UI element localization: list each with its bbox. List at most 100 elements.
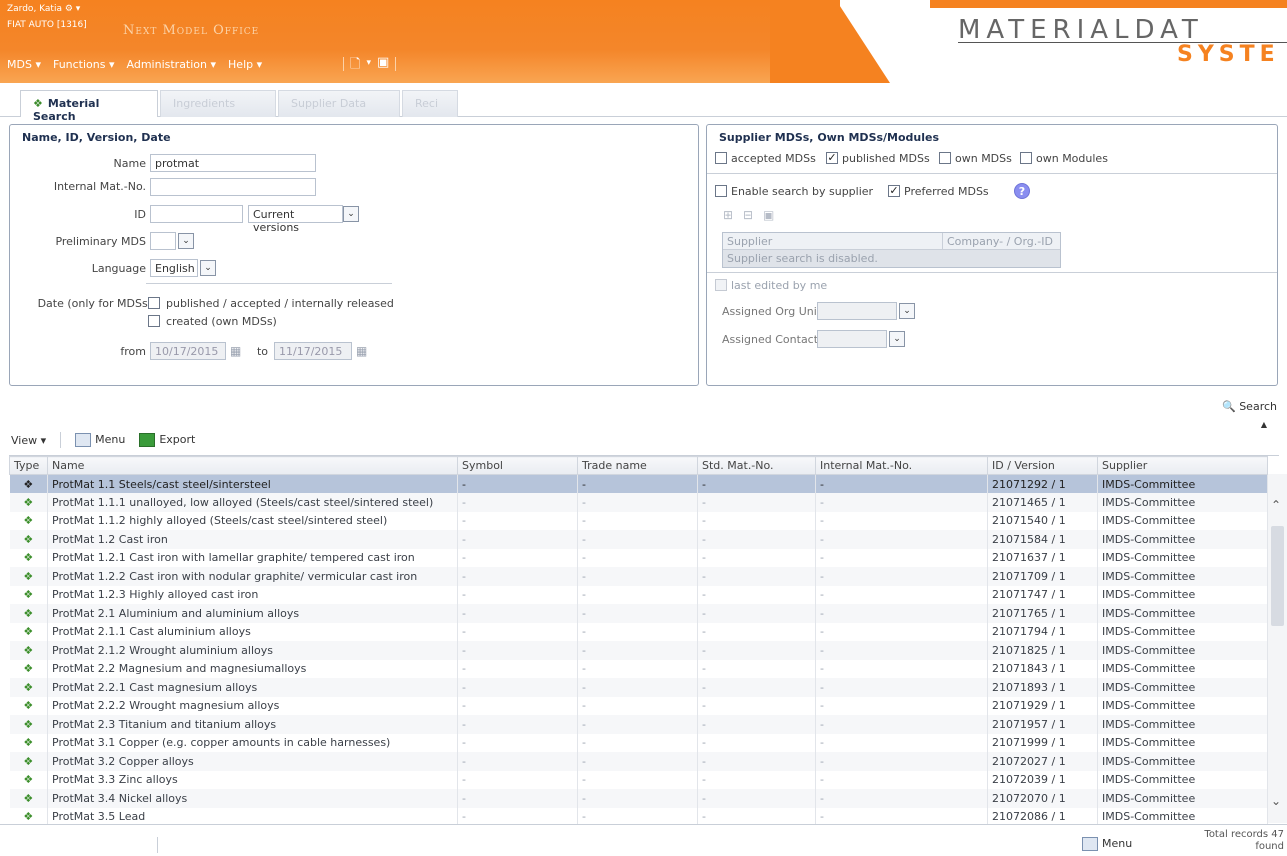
tab-supplier-data[interactable]: Supplier Data bbox=[278, 90, 400, 117]
menu-administration[interactable]: Administration ▾ bbox=[127, 58, 217, 71]
cell-std-mat-no: - bbox=[697, 567, 816, 586]
chevron-down-icon[interactable]: ⌄ bbox=[178, 233, 194, 249]
cell-trade-name: - bbox=[577, 752, 698, 771]
col-std-mat-no[interactable]: Std. Mat.-No. bbox=[697, 456, 816, 475]
new-document-icon[interactable]: 🗋 bbox=[350, 55, 360, 77]
table-row[interactable]: ❖ ProtMat 2.1.1 Cast aluminium alloys - - - -… bbox=[9, 622, 1268, 641]
scroll-thumb[interactable] bbox=[1271, 526, 1284, 626]
calendar-icon[interactable]: ▦ bbox=[230, 344, 244, 358]
calendar-icon[interactable]: ▦ bbox=[356, 344, 370, 358]
table-row[interactable]: ❖ ProtMat 2.2.1 Cast magnesium alloys - - - -… bbox=[9, 678, 1268, 697]
cell-std-mat-no: - bbox=[697, 530, 816, 549]
table-row[interactable]: ❖ ProtMat 1.1.2 highly alloyed (Steels/ca… bbox=[9, 511, 1268, 530]
save-supplier-icon[interactable]: ▣ bbox=[763, 208, 774, 222]
table-row[interactable]: ❖ ProtMat 3.3 Zinc alloys - - - -21072039 / 1… bbox=[9, 770, 1268, 789]
own-mds-checkbox[interactable] bbox=[939, 152, 951, 164]
help-icon[interactable]: ? bbox=[1014, 183, 1030, 199]
accepted-mds-checkbox[interactable] bbox=[715, 152, 727, 164]
last-edited-checkbox[interactable] bbox=[715, 279, 727, 291]
cell-id-version: 21071825 / 1 bbox=[987, 641, 1098, 660]
table-row[interactable]: ❖ ProtMat 3.2 Copper alloys - - - -21072027 /… bbox=[9, 752, 1268, 771]
material-type-icon: ❖ bbox=[9, 715, 48, 734]
table-row[interactable]: ❖ ProtMat 2.3 Titanium and titanium alloy… bbox=[9, 715, 1268, 734]
col-type[interactable]: Type bbox=[9, 456, 48, 475]
published-date-checkbox[interactable] bbox=[148, 297, 160, 309]
cell-std-mat-no: - bbox=[697, 789, 816, 808]
id-input[interactable] bbox=[150, 205, 243, 223]
divider bbox=[146, 283, 392, 284]
save-icon[interactable]: ▣ bbox=[377, 55, 389, 77]
cell-id-version: 21071893 / 1 bbox=[987, 678, 1098, 697]
cell-supplier: IMDS-Committee bbox=[1097, 659, 1268, 678]
table-row[interactable]: ❖ ProtMat 3.5 Lead - - - -21072086 / 1 IMDS-Co… bbox=[9, 807, 1268, 824]
versions-select[interactable]: Current versions bbox=[248, 205, 343, 234]
cell-symbol: - bbox=[457, 585, 578, 604]
col-name[interactable]: Name bbox=[47, 456, 458, 475]
accepted-mds-label: accepted MDSs bbox=[731, 152, 816, 165]
user-name[interactable]: Zardo, Katia ⚙ ▾ bbox=[7, 4, 80, 14]
enable-supplier-search-checkbox[interactable] bbox=[715, 185, 727, 197]
menu-button[interactable]: Menu bbox=[75, 433, 125, 447]
table-row[interactable]: ❖ ProtMat 1.1 Steels/cast steel/sinterste… bbox=[9, 474, 1268, 493]
add-supplier-icon[interactable]: ⊞ bbox=[723, 208, 733, 222]
chevron-down-icon[interactable]: ⌄ bbox=[889, 331, 905, 347]
chevron-down-icon[interactable]: ⌄ bbox=[899, 303, 915, 319]
table-row[interactable]: ❖ ProtMat 1.1.1 unalloyed, low alloyed (S… bbox=[9, 493, 1268, 512]
created-date-checkbox[interactable] bbox=[148, 315, 160, 327]
search-button[interactable]: 🔍 Search bbox=[1222, 400, 1277, 413]
org-unit-select[interactable] bbox=[817, 302, 897, 320]
cell-symbol: - bbox=[457, 807, 578, 824]
table-row[interactable]: ❖ ProtMat 1.2.3 Highly alloyed cast iron -… bbox=[9, 585, 1268, 604]
contact-select[interactable] bbox=[817, 330, 887, 348]
own-modules-checkbox[interactable] bbox=[1020, 152, 1032, 164]
col-symbol[interactable]: Symbol bbox=[457, 456, 578, 475]
delete-supplier-icon[interactable]: ⊟ bbox=[743, 208, 753, 222]
col-supplier[interactable]: Supplier bbox=[1097, 456, 1268, 475]
cell-id-version: 21071999 / 1 bbox=[987, 733, 1098, 752]
chevron-down-icon[interactable]: ▾ bbox=[366, 58, 371, 77]
table-row[interactable]: ❖ ProtMat 2.1.2 Wrought aluminium alloys -… bbox=[9, 641, 1268, 660]
table-row[interactable]: ❖ ProtMat 1.2.1 Cast iron with lamellar g… bbox=[9, 548, 1268, 567]
cell-id-version: 21072039 / 1 bbox=[987, 770, 1098, 789]
supplier-table-header: Supplier Company- / Org.-ID bbox=[723, 233, 1060, 250]
menu-functions[interactable]: Functions ▾ bbox=[53, 58, 115, 71]
tab-material-search[interactable]: ❖ Material Search bbox=[20, 90, 158, 123]
cell-trade-name: - bbox=[577, 641, 698, 660]
company-logo-sub: SYSTE bbox=[1177, 42, 1280, 67]
created-date-label: created (own MDSs) bbox=[166, 315, 277, 328]
view-menu[interactable]: View ▾ bbox=[11, 434, 46, 447]
collapse-icon[interactable]: ▲ bbox=[1256, 420, 1272, 430]
cell-name: ProtMat 1.1 Steels/cast steel/sinterstee… bbox=[47, 474, 458, 493]
vertical-scrollbar[interactable]: ⌃ ⌄ bbox=[1268, 474, 1287, 823]
col-internal-mat-no[interactable]: Internal Mat.-No. bbox=[815, 456, 988, 475]
tab-recipe[interactable]: Reci bbox=[402, 90, 458, 117]
menu-mds[interactable]: MDS ▾ bbox=[7, 58, 41, 71]
menu-help[interactable]: Help ▾ bbox=[228, 58, 262, 71]
table-row[interactable]: ❖ ProtMat 3.4 Nickel alloys - - - -21072070 /… bbox=[9, 789, 1268, 808]
preliminary-mds-select[interactable] bbox=[150, 232, 176, 250]
published-mds-checkbox[interactable]: ✓ bbox=[826, 152, 838, 164]
table-row[interactable]: ❖ ProtMat 2.1 Aluminium and aluminium all… bbox=[9, 604, 1268, 623]
name-input[interactable] bbox=[150, 154, 316, 172]
table-row[interactable]: ❖ ProtMat 3.1 Copper (e.g. copper amounts… bbox=[9, 733, 1268, 752]
language-select[interactable]: English bbox=[150, 259, 198, 277]
chevron-down-icon[interactable]: ⌄ bbox=[200, 260, 216, 276]
col-id-version[interactable]: ID / Version bbox=[987, 456, 1098, 475]
export-button[interactable]: Export bbox=[139, 433, 195, 447]
preferred-mds-checkbox[interactable]: ✓ bbox=[888, 185, 900, 197]
internal-mat-no-input[interactable] bbox=[150, 178, 316, 196]
table-row[interactable]: ❖ ProtMat 1.2.2 Cast iron with nodular gr… bbox=[9, 567, 1268, 586]
table-row[interactable]: ❖ ProtMat 2.2 Magnesium and magnesiumallo… bbox=[9, 659, 1268, 678]
footer-menu-button[interactable]: Menu bbox=[1082, 837, 1132, 851]
scroll-up-icon[interactable]: ⌃ bbox=[1271, 498, 1281, 512]
toolbar-separator bbox=[343, 57, 344, 71]
col-trade-name[interactable]: Trade name bbox=[577, 456, 698, 475]
tab-ingredients[interactable]: Ingredients bbox=[160, 90, 276, 117]
org-unit-label: Assigned Org Unit bbox=[722, 305, 822, 318]
table-row[interactable]: ❖ ProtMat 1.2 Cast iron - - - -21071584 / 1 IM… bbox=[9, 530, 1268, 549]
table-row[interactable]: ❖ ProtMat 2.2.2 Wrought magnesium alloys -… bbox=[9, 696, 1268, 715]
scroll-down-icon[interactable]: ⌄ bbox=[1271, 794, 1281, 808]
from-date-input[interactable] bbox=[150, 342, 226, 360]
chevron-down-icon[interactable]: ⌄ bbox=[343, 206, 359, 222]
to-date-input[interactable] bbox=[274, 342, 352, 360]
